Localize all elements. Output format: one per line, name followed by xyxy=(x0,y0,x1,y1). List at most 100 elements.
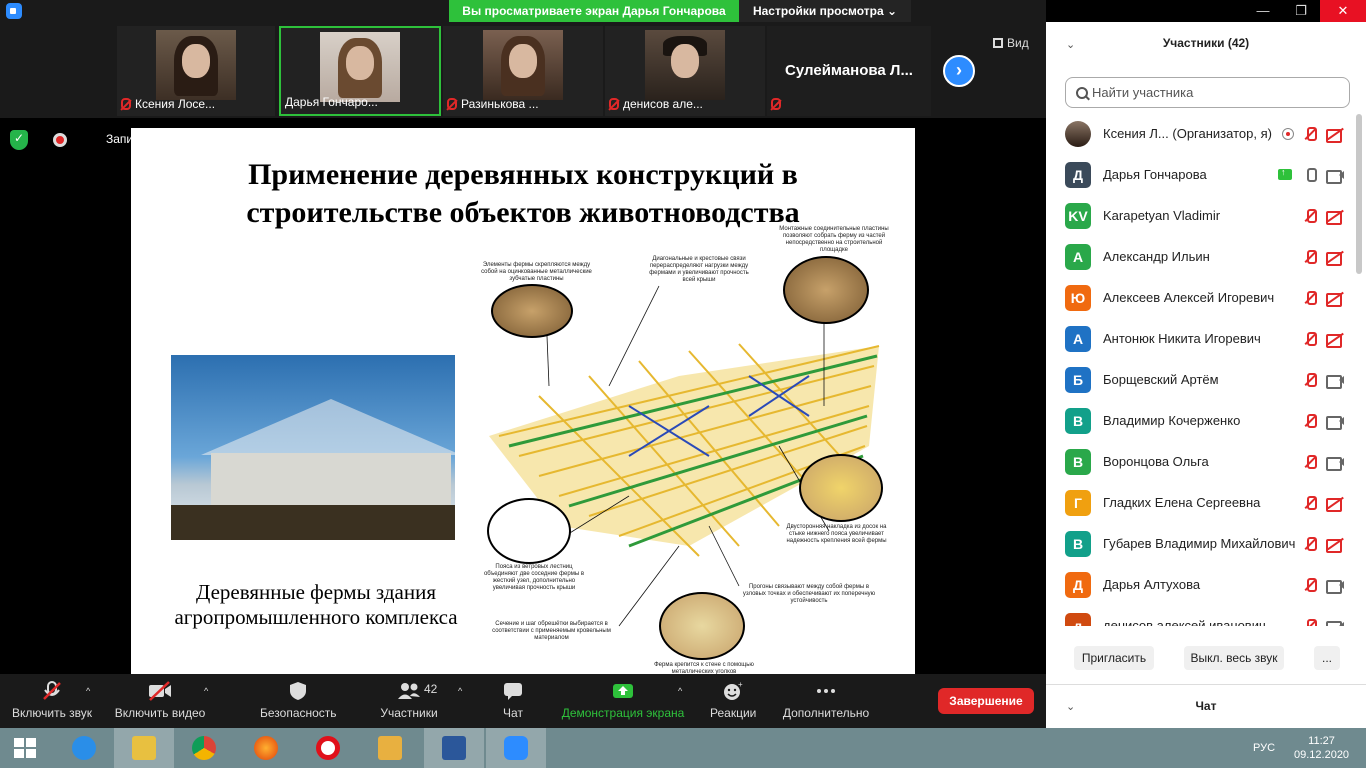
mic-muted-icon xyxy=(121,98,131,110)
search-participant-input[interactable]: Найти участника xyxy=(1065,77,1350,108)
share-options-caret[interactable]: ^ xyxy=(678,686,682,696)
camera-icon xyxy=(1326,168,1344,184)
chrome-icon xyxy=(192,736,216,760)
barn-photo xyxy=(171,355,455,540)
participant-name: Дарья Гончарова xyxy=(1103,167,1207,182)
audio-options-caret[interactable]: ^ xyxy=(86,686,90,696)
detail-circle xyxy=(783,256,869,324)
taskbar-firefox[interactable] xyxy=(238,728,294,768)
close-button[interactable]: ✕ xyxy=(1320,0,1366,22)
taskbar-ie[interactable] xyxy=(56,728,112,768)
start-button[interactable] xyxy=(0,728,56,768)
meeting-toolbar: Включить звук ^ Включить видео ^ Безопас… xyxy=(0,674,1046,728)
participants-count: 42 xyxy=(424,682,438,696)
tile-name-large: Сулейманова Л... xyxy=(785,62,913,79)
windows-logo-icon xyxy=(14,738,36,758)
participant-video xyxy=(320,32,400,102)
participant-video xyxy=(156,30,236,100)
tile-name: денисов але... xyxy=(605,96,765,112)
taskbar-zoom[interactable] xyxy=(486,728,546,768)
avatar: В xyxy=(1065,531,1091,557)
internet-explorer-icon xyxy=(72,736,96,760)
more-options-button[interactable]: ... xyxy=(1314,646,1340,670)
video-tile[interactable]: денисов але... xyxy=(605,26,765,116)
avatar: А xyxy=(1065,244,1091,270)
camera-off-icon xyxy=(1326,496,1344,512)
file-explorer-icon xyxy=(132,736,156,760)
input-language[interactable]: РУС xyxy=(1253,742,1275,754)
detail-circle xyxy=(491,284,573,338)
participant-row[interactable]: д денисов алексей иванович xyxy=(1046,606,1352,626)
camera-icon xyxy=(1326,373,1344,389)
avatar: KV xyxy=(1065,203,1091,229)
taskbar-word[interactable] xyxy=(424,728,484,768)
chat-icon xyxy=(504,683,522,700)
participant-row[interactable]: А Александр Ильин xyxy=(1046,237,1352,278)
invite-button[interactable]: Пригласить xyxy=(1074,646,1154,670)
opera-icon xyxy=(316,736,340,760)
chat-button[interactable]: Чат xyxy=(498,680,528,720)
participants-scrollbar[interactable] xyxy=(1356,114,1362,274)
video-options-caret[interactable]: ^ xyxy=(204,686,208,696)
window-controls: — ❐ ✕ xyxy=(1244,0,1366,22)
mic-muted-icon xyxy=(1302,208,1318,224)
start-video-button[interactable]: Включить видео xyxy=(114,680,206,720)
participant-row[interactable]: KV Karapetyan Vladimir xyxy=(1046,196,1352,237)
next-page-button[interactable]: › xyxy=(943,55,975,87)
participant-video xyxy=(645,30,725,100)
participant-name: Гладких Елена Сергеевна xyxy=(1103,495,1261,510)
camera-off-icon xyxy=(1326,209,1344,225)
maximize-button[interactable]: ❐ xyxy=(1282,0,1320,22)
participant-row[interactable]: Г Гладких Елена Сергеевна xyxy=(1046,483,1352,524)
avatar: Д xyxy=(1065,572,1091,598)
participant-name: Антонюк Никита Игоревич xyxy=(1103,331,1261,346)
participant-row[interactable]: В Воронцова Ольга xyxy=(1046,442,1352,483)
participant-row[interactable]: А Антонюк Никита Игоревич xyxy=(1046,319,1352,360)
participant-name: Ксения Л... (Организатор, я) xyxy=(1103,126,1272,141)
participant-row[interactable]: Ю Алексеев Алексей Игоревич xyxy=(1046,278,1352,319)
reactions-button[interactable]: + Реакции xyxy=(710,680,756,720)
avatar: В xyxy=(1065,408,1091,434)
participant-row[interactable]: Ксения Л... (Организатор, я) xyxy=(1046,114,1352,155)
diagram-note: Сечение и шаг обрешётки выбирается в соо… xyxy=(492,621,611,641)
participants-panel-title: Участники (42) xyxy=(1162,36,1250,50)
taskbar-chrome[interactable] xyxy=(176,728,232,768)
taskbar-notes[interactable] xyxy=(362,728,418,768)
view-settings-button[interactable]: Настройки просмотра ⌄ xyxy=(739,0,911,22)
participant-row[interactable]: В Губарев Владимир Михайлович xyxy=(1046,524,1352,565)
video-tile[interactable]: Ксения Лосе... xyxy=(117,26,275,116)
chat-panel-title: Чат xyxy=(1195,699,1217,713)
participants-button[interactable]: 42 Участники xyxy=(378,680,440,720)
end-meeting-button[interactable]: Завершение xyxy=(938,688,1034,714)
minimize-button[interactable]: — xyxy=(1244,0,1282,22)
avatar xyxy=(1065,121,1091,147)
video-tile[interactable]: Разинькова ... xyxy=(443,26,603,116)
participants-options-caret[interactable]: ^ xyxy=(458,686,462,696)
video-tile-active-speaker[interactable]: Дарья Гончаро... xyxy=(279,26,441,116)
security-button[interactable]: Безопасность xyxy=(260,680,337,720)
camera-off-icon xyxy=(1326,537,1344,553)
video-tile[interactable]: Сулейманова Л... xyxy=(767,26,931,116)
view-button[interactable]: Вид xyxy=(993,36,1029,50)
participant-name: Губарев Владимир Михайлович xyxy=(1103,536,1296,551)
participant-row[interactable]: Д Дарья Гончарова xyxy=(1046,155,1352,196)
share-screen-button[interactable]: Демонстрация экрана xyxy=(560,680,686,720)
mic-muted-icon xyxy=(1302,495,1318,511)
participant-row[interactable]: Д Дарья Алтухова xyxy=(1046,565,1352,606)
mic-muted-icon xyxy=(1302,618,1318,626)
system-clock[interactable]: 11:27 09.12.2020 xyxy=(1294,734,1349,762)
emoji-icon: + xyxy=(724,680,743,700)
more-button[interactable]: Дополнительно xyxy=(780,680,872,720)
notes-app-icon xyxy=(378,736,402,760)
mute-all-button[interactable]: Выкл. весь звук xyxy=(1184,646,1284,670)
participant-row[interactable]: В Владимир Кочерженко xyxy=(1046,401,1352,442)
mic-muted-icon xyxy=(1302,536,1318,552)
tile-name: Разинькова ... xyxy=(443,96,603,112)
shield-icon[interactable] xyxy=(10,130,28,150)
participant-row[interactable]: Б Борщевский Артём xyxy=(1046,360,1352,401)
taskbar-explorer[interactable] xyxy=(114,728,174,768)
mic-muted-icon xyxy=(1302,249,1318,265)
participant-name: Борщевский Артём xyxy=(1103,372,1219,387)
taskbar-opera[interactable] xyxy=(300,728,356,768)
unmute-button[interactable]: Включить звук xyxy=(10,680,94,720)
